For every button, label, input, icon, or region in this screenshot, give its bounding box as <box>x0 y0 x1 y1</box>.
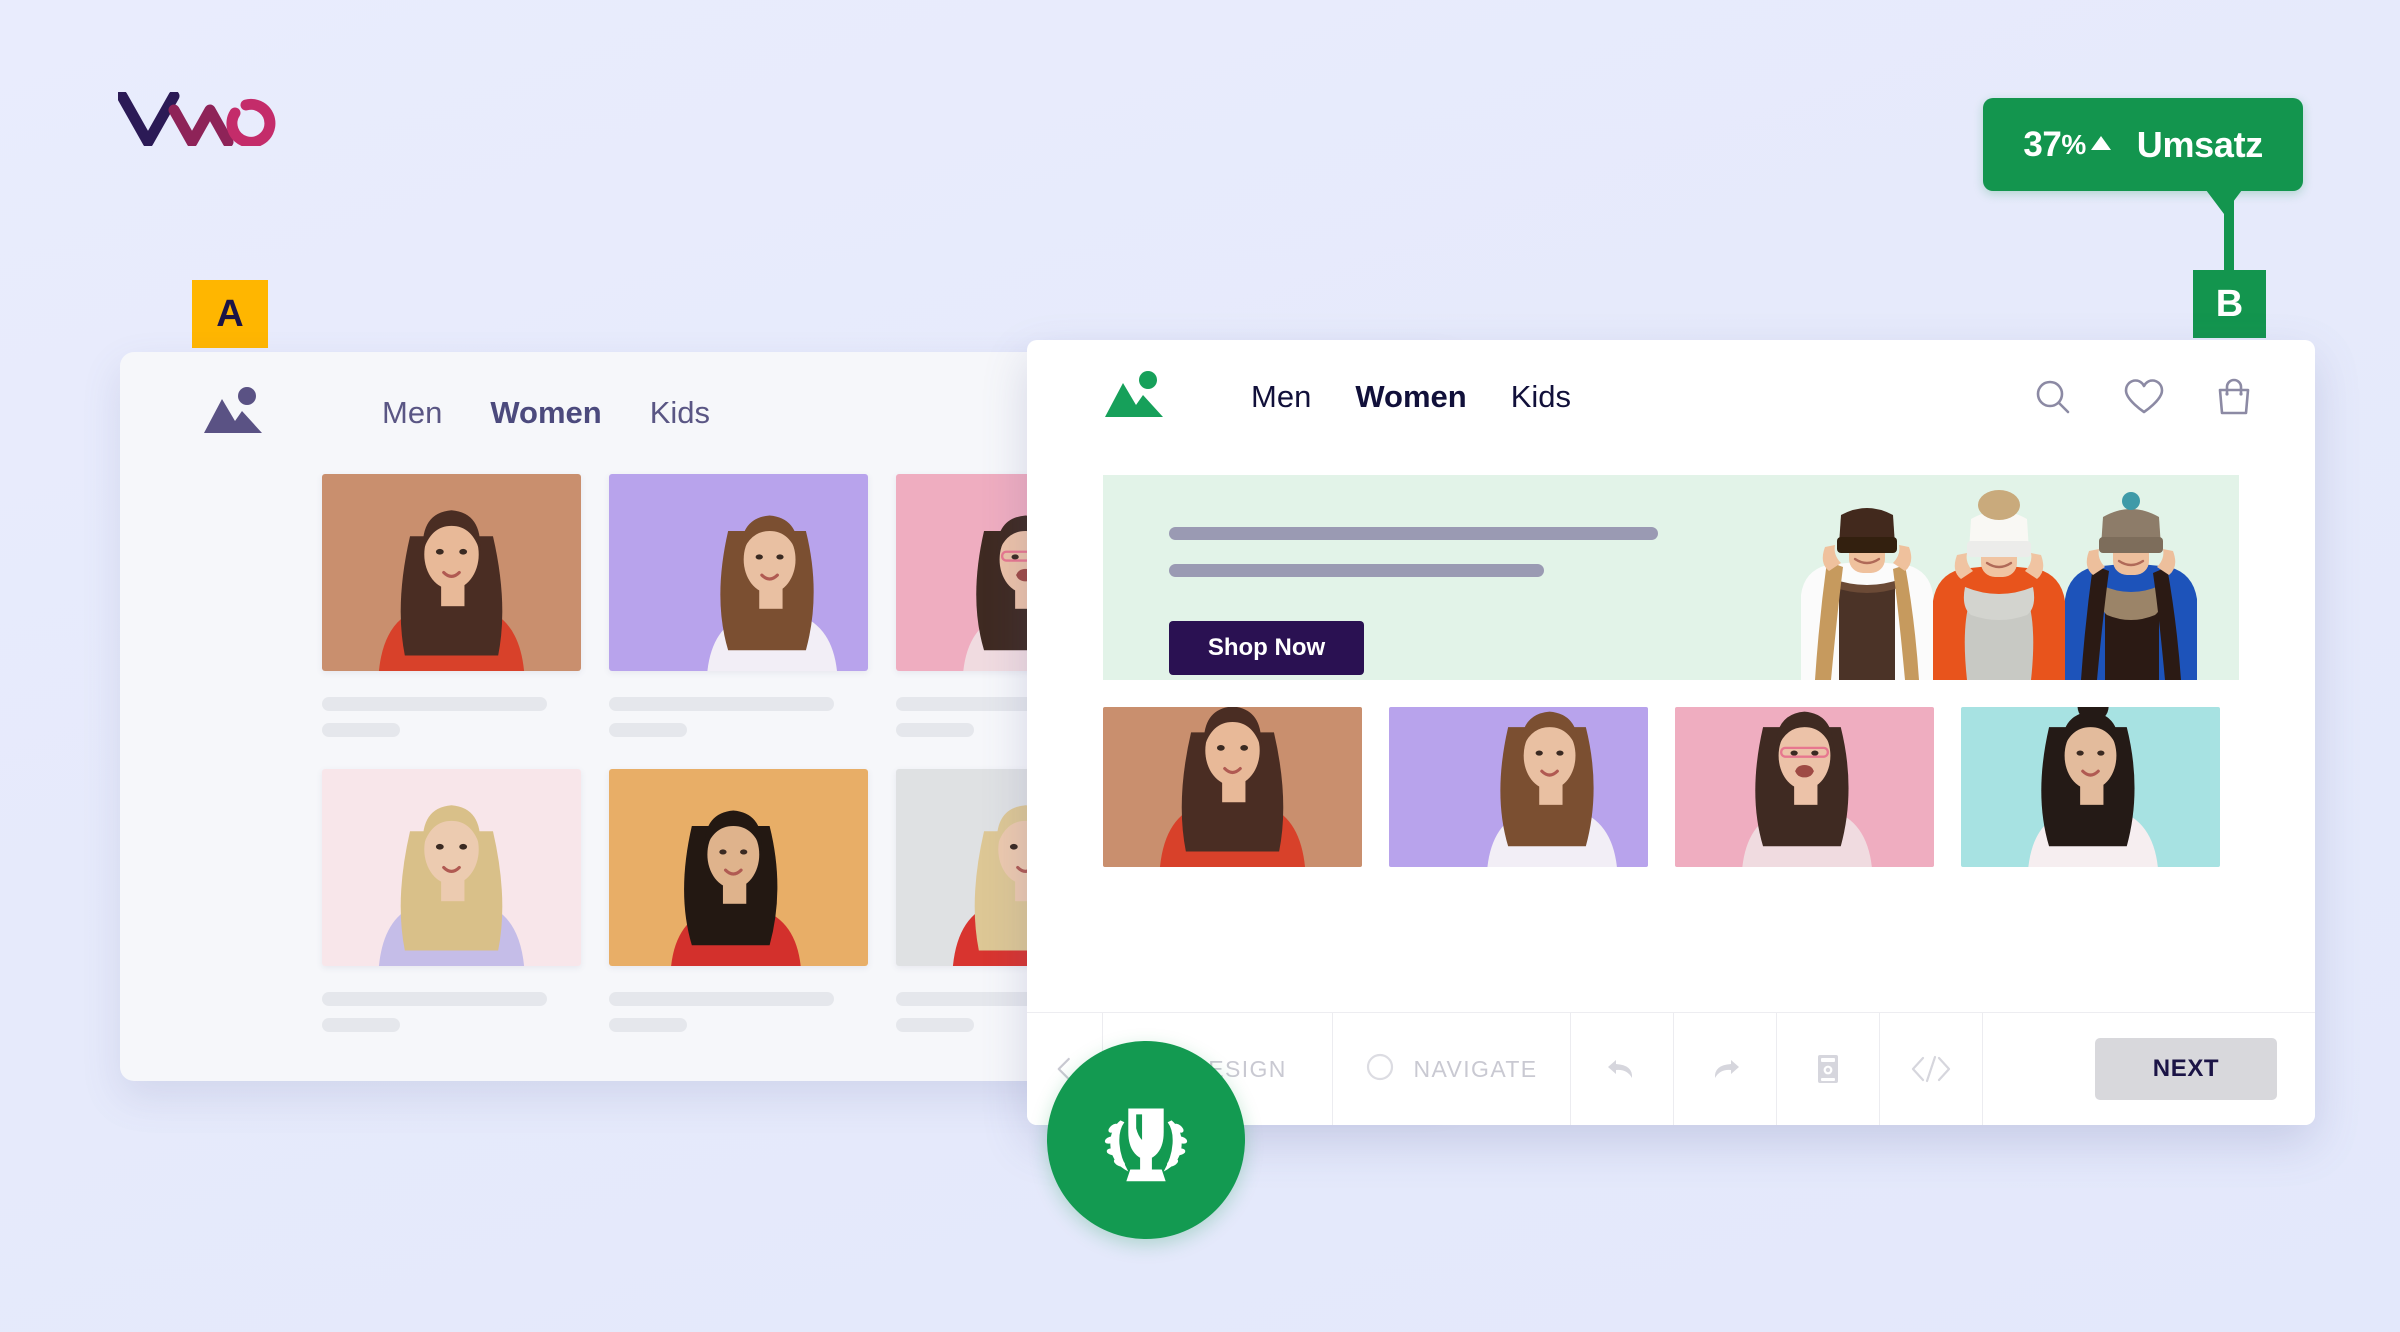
toolbar-next-cell: NEXT <box>2057 1013 2315 1125</box>
b-badge-connector <box>2206 190 2242 273</box>
product-image <box>1961 707 2220 867</box>
variant-a-badge-label: A <box>216 293 244 335</box>
product-price-placeholder <box>896 723 974 737</box>
product-price-placeholder <box>609 723 687 737</box>
toolbar-device-preview-button[interactable] <box>1777 1013 1880 1125</box>
variant-b-product-grid <box>1103 707 2239 867</box>
winner-trophy-button[interactable] <box>1047 1041 1245 1239</box>
next-button[interactable]: NEXT <box>2095 1038 2277 1100</box>
variant-b-nav-icons <box>2033 377 2253 417</box>
product-title-placeholder <box>322 697 547 711</box>
heart-icon[interactable] <box>2123 378 2165 416</box>
product-card[interactable] <box>1103 707 1362 867</box>
variant-b-nav-links: Men Women Kids <box>1251 379 1571 415</box>
product-title-placeholder <box>322 992 547 1006</box>
nav-link-men[interactable]: Men <box>1251 379 1311 415</box>
product-card[interactable] <box>609 474 868 737</box>
search-icon[interactable] <box>2033 377 2073 417</box>
product-card[interactable] <box>322 769 581 1032</box>
redo-arrow-icon <box>1714 1060 1739 1078</box>
variant-b-navbar: Men Women Kids <box>1027 340 2315 453</box>
product-image <box>1675 707 1934 867</box>
variant-a-badge: A <box>192 280 268 348</box>
three-women-in-knit-hats <box>1709 475 2239 680</box>
product-card[interactable] <box>322 474 581 737</box>
product-image <box>1389 707 1648 867</box>
shopping-bag-icon[interactable] <box>2215 377 2253 417</box>
uplift-label: Umsatz <box>2136 123 2264 165</box>
undo-arrow-icon <box>1608 1060 1633 1078</box>
toolbar-navigate-tab[interactable]: NAVIGATE <box>1333 1013 1571 1125</box>
product-image <box>1103 707 1362 867</box>
vwo-logo <box>116 90 278 148</box>
product-price-placeholder <box>322 723 400 737</box>
variant-b-badge-label: B <box>2215 283 2244 325</box>
product-price-placeholder <box>609 1018 687 1032</box>
variant-b-preview[interactable]: Men Women Kids Shop Now DESIGN NAVIGATE … <box>1027 340 2315 1125</box>
product-image <box>322 769 581 966</box>
product-image <box>322 474 581 671</box>
triangle-up-icon <box>2090 136 2111 150</box>
variant-a-nav-links: Men Women Kids <box>382 395 710 431</box>
nav-link-women[interactable]: Women <box>1355 379 1466 415</box>
toolbar-undo-button[interactable] <box>1571 1013 1674 1125</box>
circle-icon <box>1365 1052 1395 1087</box>
product-card[interactable] <box>1961 707 2220 867</box>
trophy-laurel-icon <box>1104 1108 1188 1182</box>
nav-link-women[interactable]: Women <box>490 395 601 431</box>
device-preview-icon <box>1818 1055 1838 1083</box>
product-title-placeholder <box>609 697 834 711</box>
product-card[interactable] <box>609 769 868 1032</box>
product-image <box>609 769 868 966</box>
toolbar-redo-button[interactable] <box>1674 1013 1777 1125</box>
variant-b-hero-banner: Shop Now <box>1103 475 2239 680</box>
code-brackets-icon <box>1911 1055 1951 1083</box>
product-price-placeholder <box>322 1018 400 1032</box>
mountain-logo-icon[interactable] <box>1103 369 1165 425</box>
hero-headline-placeholder-2 <box>1169 564 1544 577</box>
shop-now-button[interactable]: Shop Now <box>1169 621 1364 675</box>
nav-link-kids[interactable]: Kids <box>650 395 710 431</box>
variant-b-badge: B <box>2193 270 2266 338</box>
product-card[interactable] <box>1389 707 1648 867</box>
toolbar-navigate-label: NAVIGATE <box>1413 1055 1538 1082</box>
toolbar-code-button[interactable] <box>1880 1013 1983 1125</box>
uplift-metric: 37% <box>2023 124 2111 165</box>
uplift-badge: 37% Umsatz <box>1983 98 2303 191</box>
product-title-placeholder <box>609 992 834 1006</box>
b-badge-connector-notch <box>2206 190 2242 214</box>
mountain-logo-icon[interactable] <box>202 385 264 441</box>
hero-headline-placeholder-1 <box>1169 527 1658 540</box>
uplift-percent-symbol: % <box>2061 128 2086 160</box>
hero-copy: Shop Now <box>1103 475 1663 680</box>
nav-link-men[interactable]: Men <box>382 395 442 431</box>
uplift-value: 37 <box>2023 124 2062 164</box>
product-image <box>609 474 868 671</box>
product-card[interactable] <box>1675 707 1934 867</box>
nav-link-kids[interactable]: Kids <box>1511 379 1571 415</box>
product-price-placeholder <box>896 1018 974 1032</box>
